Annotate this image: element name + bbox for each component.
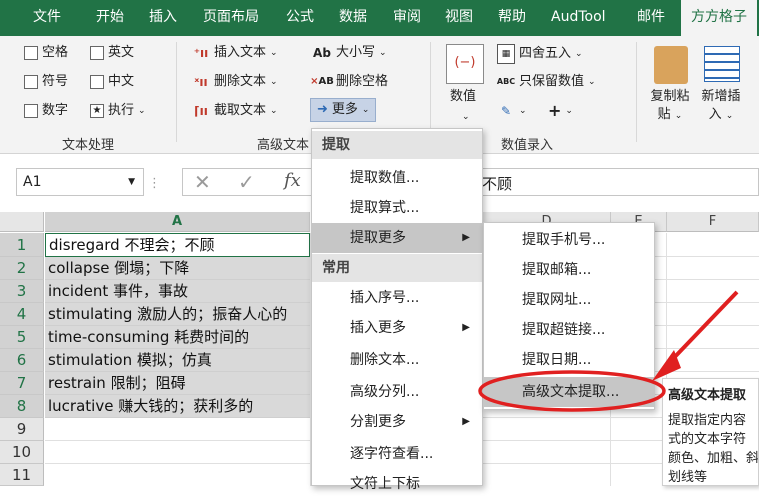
- annotation-arrow-shaft: [666, 290, 739, 366]
- annotation-overlay: [478, 290, 739, 412]
- annotation-ellipse: [478, 370, 666, 412]
